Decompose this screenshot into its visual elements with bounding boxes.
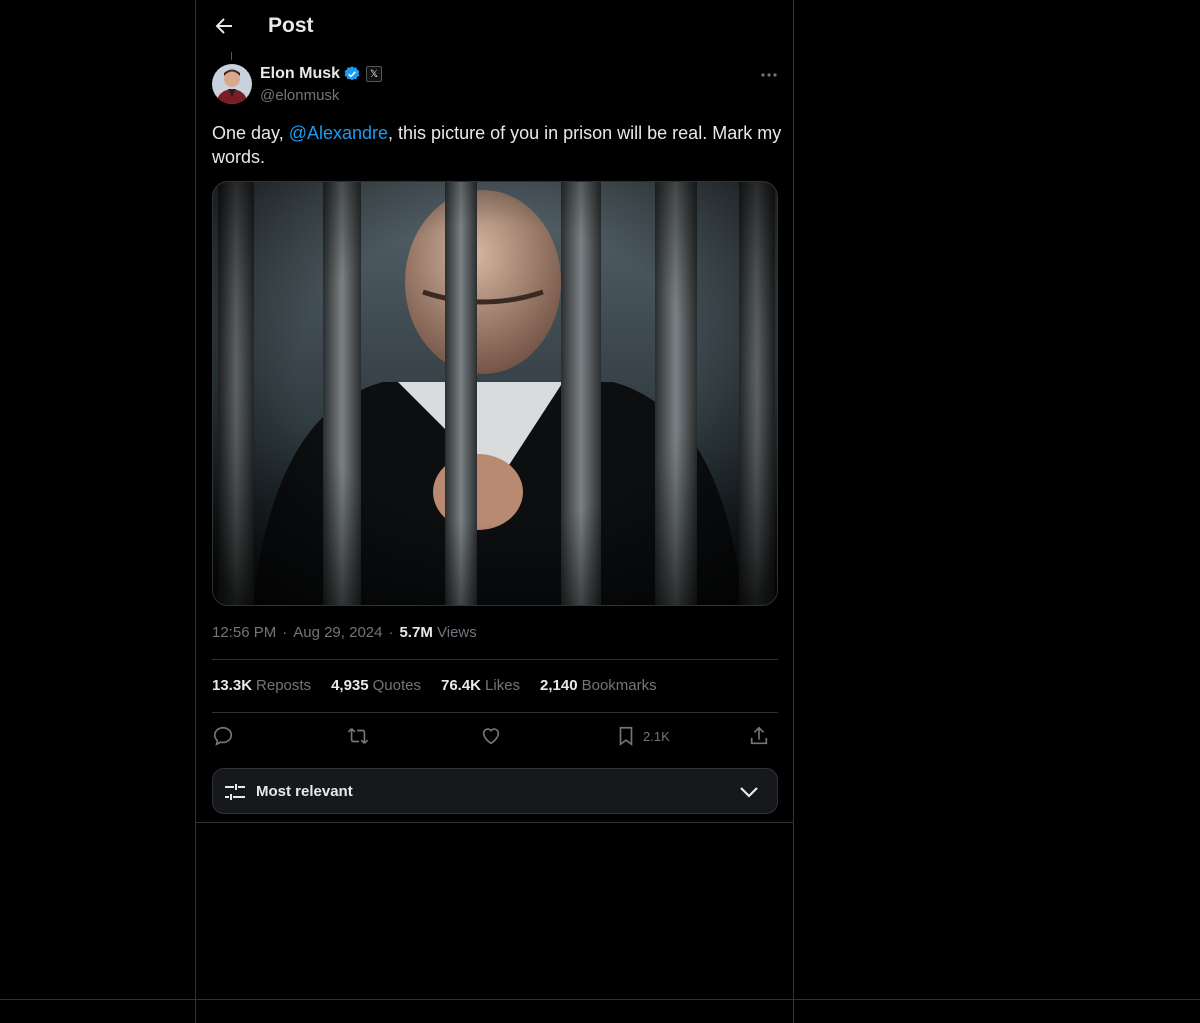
- author-name-row: Elon Musk 𝕏: [260, 65, 383, 83]
- reply-button[interactable]: [212, 724, 234, 748]
- stat-count: 4,935: [331, 677, 369, 694]
- reply-icon: [213, 726, 233, 746]
- repost-button[interactable]: [346, 724, 370, 748]
- stat-likes[interactable]: 76.4K Likes: [441, 677, 520, 694]
- post-header: Post: [196, 0, 793, 53]
- verified-badge-icon: [344, 66, 360, 81]
- like-button[interactable]: [480, 724, 502, 748]
- divider: [212, 712, 778, 713]
- author-handle[interactable]: @elonmusk: [260, 87, 339, 104]
- action-bar: 2.1K: [212, 722, 778, 752]
- tweet-text: One day, @Alexandre, this picture of you…: [212, 121, 782, 169]
- stat-label: Likes: [485, 677, 521, 694]
- more-icon[interactable]: [758, 65, 780, 85]
- meta-separator: ·: [282, 624, 288, 641]
- page-title: Post: [268, 14, 314, 37]
- views-label: Views: [437, 624, 477, 641]
- divider: [212, 659, 778, 660]
- views: 5.7M Views: [399, 624, 476, 641]
- engagement-stats: 13.3K Reposts 4,935 Quotes 76.4K Likes 2,14…: [212, 677, 657, 694]
- thread-connector: [231, 52, 232, 60]
- stat-count: 76.4K: [440, 677, 482, 694]
- stat-reposts[interactable]: 13.3K Reposts: [212, 677, 311, 694]
- stat-count: 2,140: [540, 677, 578, 694]
- views-count: 5.7M: [399, 624, 433, 641]
- avatar[interactable]: [212, 64, 252, 104]
- x-affiliate-icon: 𝕏: [366, 66, 383, 82]
- stat-count: 13.3K: [212, 677, 253, 694]
- author-name[interactable]: Elon Musk: [260, 65, 340, 83]
- sort-replies-dropdown[interactable]: Most relevant: [212, 768, 778, 814]
- stat-quotes[interactable]: 4,935 Quotes: [331, 677, 421, 694]
- tweet-image[interactable]: [212, 181, 778, 606]
- meta-separator: ·: [388, 624, 394, 641]
- stat-label: Bookmarks: [581, 677, 657, 694]
- chevron-down-icon: [740, 787, 758, 798]
- back-arrow-icon[interactable]: [212, 14, 236, 38]
- bottom-divider: [0, 999, 1200, 1000]
- tweet-text-start: One day,: [212, 123, 289, 143]
- bookmark-icon: [619, 726, 633, 746]
- repost-icon: [347, 728, 369, 744]
- bookmark-count: 2.1K: [643, 728, 670, 744]
- like-icon: [482, 728, 500, 745]
- bookmark-button[interactable]: 2.1K: [615, 724, 670, 748]
- tweet-time[interactable]: 12:56 PM: [212, 624, 276, 641]
- sliders-icon: [225, 784, 245, 800]
- main-column: Post Elon Musk 𝕏 @elonmusk One day, @Ale…: [195, 0, 794, 1023]
- divider: [196, 822, 793, 823]
- mention-link[interactable]: @Alexandre: [289, 123, 388, 143]
- stat-bookmarks[interactable]: 2,140 Bookmarks: [540, 677, 657, 694]
- tweet-meta: 12:56 PM · Aug 29, 2024 · 5.7M Views: [212, 624, 477, 641]
- stat-label: Reposts: [256, 677, 312, 694]
- share-button[interactable]: [748, 724, 770, 748]
- share-icon: [750, 726, 768, 745]
- sort-label: Most relevant: [256, 783, 353, 800]
- tweet-date[interactable]: Aug 29, 2024: [293, 624, 382, 641]
- stat-label: Quotes: [372, 677, 421, 694]
